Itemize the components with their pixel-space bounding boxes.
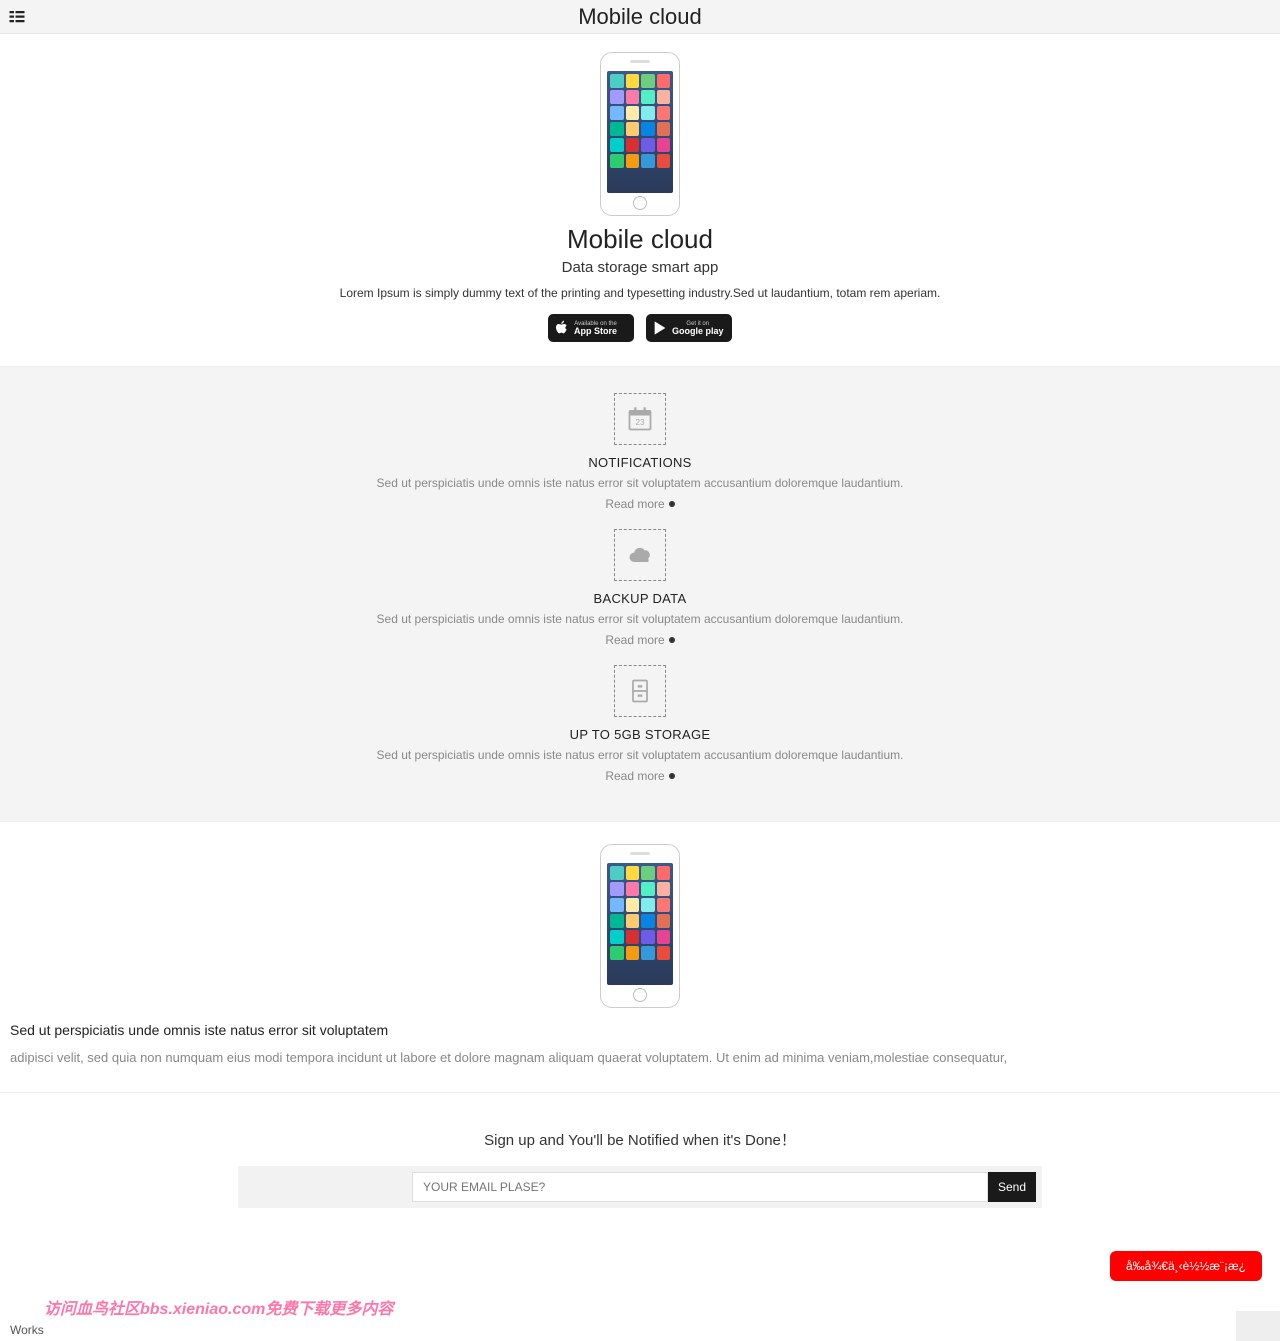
phone-mockup bbox=[600, 844, 680, 1008]
menu-button[interactable] bbox=[8, 8, 26, 29]
feature-storage: UP TO 5GB STORAGE Sed ut perspiciatis un… bbox=[0, 665, 1280, 783]
cloud-icon-box bbox=[614, 529, 666, 581]
calendar-icon-box: 23 bbox=[614, 393, 666, 445]
hero-subtitle: Data storage smart app bbox=[0, 259, 1280, 276]
calendar-icon: 23 bbox=[626, 405, 654, 433]
storage-icon bbox=[626, 677, 654, 705]
send-button[interactable]: Send bbox=[988, 1172, 1036, 1202]
feature-title: BACKUP DATA bbox=[0, 591, 1280, 606]
signup-form: Send bbox=[238, 1166, 1042, 1208]
hero-title: Mobile cloud bbox=[0, 224, 1280, 255]
feature-title: NOTIFICATIONS bbox=[0, 455, 1280, 470]
download-template-button[interactable]: å‰å¾€ä¸‹è½½æ¨¡æ¿ bbox=[1110, 1251, 1262, 1281]
detail-desc: adipisci velit, sed quia non numquam eiu… bbox=[10, 1048, 1270, 1068]
footer-works-label: Works bbox=[10, 1323, 44, 1337]
header-bar: Mobile cloud bbox=[0, 0, 1280, 34]
apple-icon bbox=[554, 320, 570, 336]
feature-title: UP TO 5GB STORAGE bbox=[0, 727, 1280, 742]
arrow-dot-icon bbox=[669, 773, 675, 779]
feature-backup: BACKUP DATA Sed ut perspiciatis unde omn… bbox=[0, 529, 1280, 647]
detail-section: Sed ut perspiciatis unde omnis iste natu… bbox=[0, 822, 1280, 1093]
hero-section: Mobile cloud Data storage smart app Lore… bbox=[0, 34, 1280, 366]
feature-desc: Sed ut perspiciatis unde omnis iste natu… bbox=[0, 612, 1280, 626]
signup-title: Sign up and You'll be Notified when it's… bbox=[0, 1129, 1280, 1150]
storage-icon-box bbox=[614, 665, 666, 717]
hero-desc: Lorem Ipsum is simply dummy text of the … bbox=[0, 286, 1280, 300]
features-section: 23 NOTIFICATIONS Sed ut perspiciatis und… bbox=[0, 366, 1280, 822]
header-title: Mobile cloud bbox=[578, 4, 702, 30]
scroll-to-top[interactable] bbox=[1236, 1311, 1280, 1341]
feature-desc: Sed ut perspiciatis unde omnis iste natu… bbox=[0, 748, 1280, 762]
detail-title: Sed ut perspiciatis unde omnis iste natu… bbox=[10, 1022, 1270, 1038]
cloud-icon bbox=[626, 541, 654, 569]
svg-text:23: 23 bbox=[635, 418, 645, 427]
read-more-link[interactable]: Read more bbox=[605, 497, 674, 511]
footer-promo-text: 访问血鸟社区bbs.xieniao.com免费下载更多内容 bbox=[44, 1295, 393, 1319]
phone-mockup bbox=[600, 52, 680, 216]
feature-notifications: 23 NOTIFICATIONS Sed ut perspiciatis und… bbox=[0, 393, 1280, 511]
hamburger-icon bbox=[8, 8, 26, 26]
feature-desc: Sed ut perspiciatis unde omnis iste natu… bbox=[0, 476, 1280, 490]
arrow-dot-icon bbox=[669, 501, 675, 507]
email-input[interactable] bbox=[412, 1172, 988, 1202]
app-store-button[interactable]: Available on theApp Store bbox=[548, 314, 634, 342]
arrow-dot-icon bbox=[669, 637, 675, 643]
read-more-link[interactable]: Read more bbox=[605, 769, 674, 783]
google-play-button[interactable]: Get it onGoogle play bbox=[646, 314, 732, 342]
read-more-link[interactable]: Read more bbox=[605, 633, 674, 647]
signup-section: Sign up and You'll be Notified when it's… bbox=[0, 1093, 1280, 1228]
play-icon bbox=[652, 320, 668, 336]
